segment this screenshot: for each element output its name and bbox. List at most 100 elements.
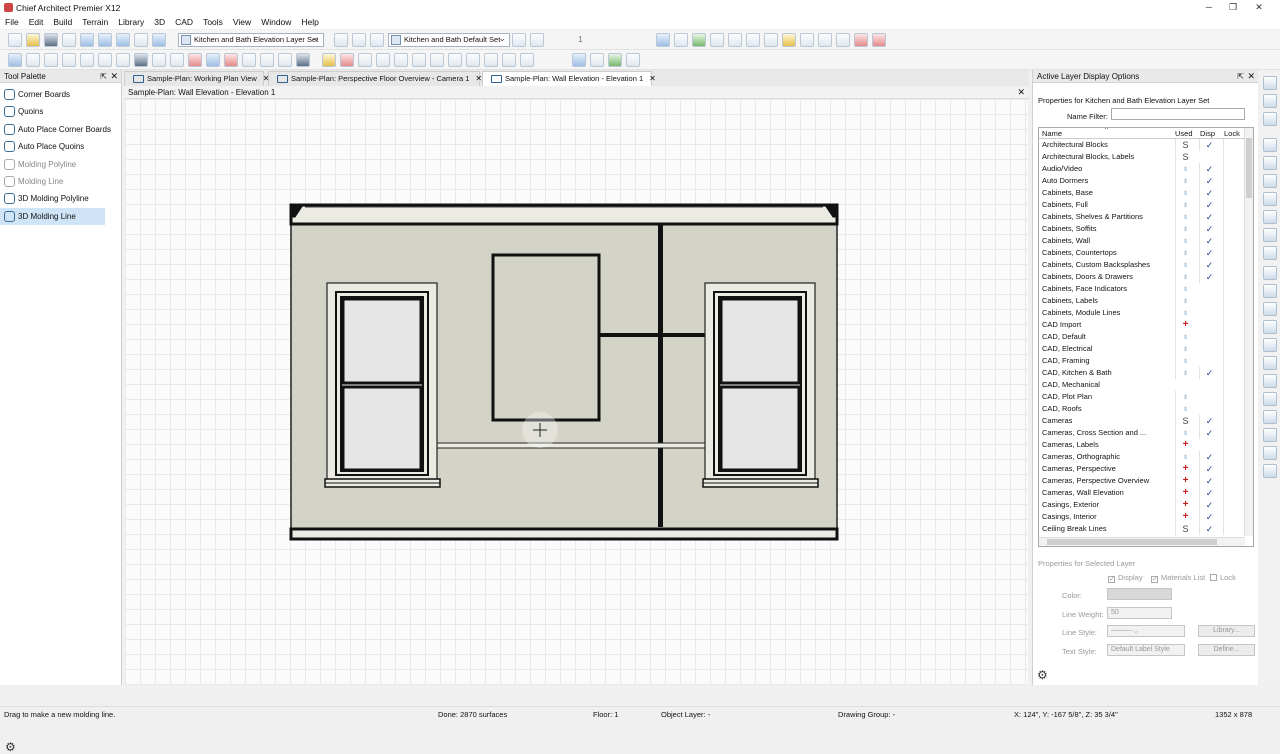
- layer-row[interactable]: Architectural Blocks S ✓: [1039, 139, 1253, 152]
- pan-icon[interactable]: [1263, 246, 1277, 260]
- edit-area-icon[interactable]: [1263, 464, 1277, 478]
- lock-cell[interactable]: [1223, 319, 1243, 331]
- layer-row[interactable]: Cabinets, Shelves & Partitions ♁ ✓: [1039, 211, 1253, 223]
- menu-window[interactable]: Window: [256, 15, 296, 29]
- lock-cell[interactable]: [1223, 259, 1243, 271]
- close-icon[interactable]: ✕: [1247, 70, 1255, 83]
- layer-row[interactable]: Cameras S ✓: [1039, 415, 1253, 428]
- fixture-tool-icon[interactable]: [134, 53, 148, 67]
- tool-auto-place-corner-boards[interactable]: Auto Place Corner Boards: [0, 121, 121, 138]
- redo-icon[interactable]: [116, 33, 130, 47]
- tab-working-plan[interactable]: Sample-Plan: Working Plan View ✕: [124, 71, 269, 86]
- stair-tool-icon[interactable]: [98, 53, 112, 67]
- fence-tool-icon[interactable]: [278, 53, 292, 67]
- display-check-icon[interactable]: ✓: [1199, 367, 1219, 379]
- paste-layer-icon[interactable]: [370, 33, 384, 47]
- lock-cell[interactable]: [1223, 379, 1243, 391]
- help-icon[interactable]: [152, 33, 166, 47]
- define-button[interactable]: Define...: [1198, 644, 1255, 656]
- layer-row[interactable]: Cabinets, Face Indicators ♁: [1039, 283, 1253, 295]
- display-check-icon[interactable]: ✓: [1199, 139, 1219, 151]
- close-window-button[interactable]: ✕: [1246, 1, 1272, 13]
- undo-zoom-icon[interactable]: [1263, 266, 1277, 280]
- layer-row[interactable]: Ceiling Break Lines S ✓: [1039, 523, 1253, 536]
- zoom-icon[interactable]: [1263, 138, 1277, 152]
- display-check-icon[interactable]: ✓: [1199, 223, 1219, 235]
- display-check-icon[interactable]: ✓: [1199, 487, 1219, 499]
- deck-tool-icon[interactable]: [242, 53, 256, 67]
- lock-cell[interactable]: [1223, 175, 1243, 187]
- terrain-tool-icon[interactable]: [224, 53, 238, 67]
- display-check-icon[interactable]: ✓: [1199, 511, 1219, 523]
- layer-row[interactable]: Cameras, Wall Elevation + ✓: [1039, 487, 1253, 499]
- close-icon[interactable]: ✕: [110, 70, 118, 83]
- display-check-icon[interactable]: ✓: [1199, 475, 1219, 487]
- layer-row[interactable]: Casings, Exterior + ✓: [1039, 499, 1253, 511]
- display-check-icon[interactable]: ✓: [1199, 271, 1219, 283]
- tool-3d-molding-polyline[interactable]: 3D Molding Polyline: [0, 190, 121, 207]
- plan-grid-icon[interactable]: [590, 53, 604, 67]
- lock-cell[interactable]: [1223, 307, 1243, 319]
- door-tool-icon[interactable]: [62, 53, 76, 67]
- layer-row[interactable]: Cameras, Perspective Overview + ✓: [1039, 475, 1253, 487]
- menu-3d[interactable]: 3D: [149, 15, 170, 29]
- fit-all-icon[interactable]: [1263, 210, 1277, 224]
- callout-icon[interactable]: [376, 53, 390, 67]
- layer-row[interactable]: Audio/Video ♁ ✓: [1039, 163, 1253, 175]
- layout-icon[interactable]: [572, 53, 586, 67]
- lock-cell[interactable]: [1223, 415, 1243, 427]
- display-check-icon[interactable]: ✓: [1199, 259, 1219, 271]
- tool-molding-line[interactable]: Molding Line: [0, 173, 121, 190]
- tab-close-icon[interactable]: ✕: [649, 74, 656, 83]
- column-used[interactable]: Used: [1175, 128, 1193, 139]
- home-icon[interactable]: [764, 33, 778, 47]
- layer-row[interactable]: Cameras, Perspective + ✓: [1039, 463, 1253, 475]
- tool-quoins[interactable]: Quoins: [0, 103, 121, 120]
- lock-cell[interactable]: [1223, 427, 1243, 439]
- overview-icon[interactable]: [692, 33, 706, 47]
- swap-view-icon[interactable]: [1263, 228, 1277, 242]
- lock-cell[interactable]: [1223, 343, 1243, 355]
- framing-tool-icon[interactable]: [170, 53, 184, 67]
- line-icon[interactable]: [412, 53, 426, 67]
- lock-cell[interactable]: [1223, 199, 1243, 211]
- horizontal-scrollbar[interactable]: [1039, 537, 1245, 546]
- room-tool-icon[interactable]: [116, 53, 130, 67]
- name-filter-input[interactable]: [1111, 108, 1245, 120]
- layer-set-dropdown[interactable]: Kitchen and Bath Elevation Layer Set: [178, 32, 324, 47]
- text-icon[interactable]: [358, 53, 372, 67]
- break-line-icon[interactable]: [502, 53, 516, 67]
- chevron-down-icon[interactable]: [556, 33, 570, 47]
- lock-cell[interactable]: [1223, 355, 1243, 367]
- layer-row[interactable]: Cameras, Cross Section and ... ♁ ✓: [1039, 427, 1253, 439]
- display-check-icon[interactable]: ✓: [1199, 211, 1219, 223]
- layer-row[interactable]: CAD, Framing ♁: [1039, 355, 1253, 367]
- lock-cell[interactable]: [1223, 403, 1243, 415]
- document-icon[interactable]: [1263, 356, 1277, 370]
- lock-cell[interactable]: [1223, 235, 1243, 247]
- display-check-icon[interactable]: ✓: [1199, 523, 1219, 535]
- lock-cell[interactable]: [1223, 367, 1243, 379]
- select-arrow-icon[interactable]: [8, 53, 22, 67]
- lock-cell[interactable]: [1223, 451, 1243, 463]
- copy-layer-icon[interactable]: [352, 33, 366, 47]
- layer-row[interactable]: Cabinets, Labels ♁: [1039, 295, 1253, 307]
- column-name[interactable]: Name: [1042, 128, 1062, 139]
- display-check-icon[interactable]: ✓: [1199, 175, 1219, 187]
- lock-cell[interactable]: [1223, 247, 1243, 259]
- display-check-icon[interactable]: ✓: [1199, 451, 1219, 463]
- display-check-icon[interactable]: ✓: [1199, 199, 1219, 211]
- layer-row[interactable]: Cameras, Labels +: [1039, 439, 1253, 451]
- print-icon[interactable]: [62, 33, 76, 47]
- library-button[interactable]: Library...: [1198, 625, 1255, 637]
- minimize-button[interactable]: ─: [1196, 1, 1222, 13]
- lock-cell[interactable]: [1223, 223, 1243, 235]
- lock-cell[interactable]: [1223, 295, 1243, 307]
- arc-icon[interactable]: [430, 53, 444, 67]
- menu-library[interactable]: Library: [113, 15, 149, 29]
- layer-row[interactable]: CAD Import +: [1039, 319, 1253, 331]
- display-check-icon[interactable]: ✓: [1199, 499, 1219, 511]
- material-icon[interactable]: [800, 33, 814, 47]
- color-swatch[interactable]: [1107, 588, 1172, 600]
- paint-brush-icon[interactable]: [872, 33, 886, 47]
